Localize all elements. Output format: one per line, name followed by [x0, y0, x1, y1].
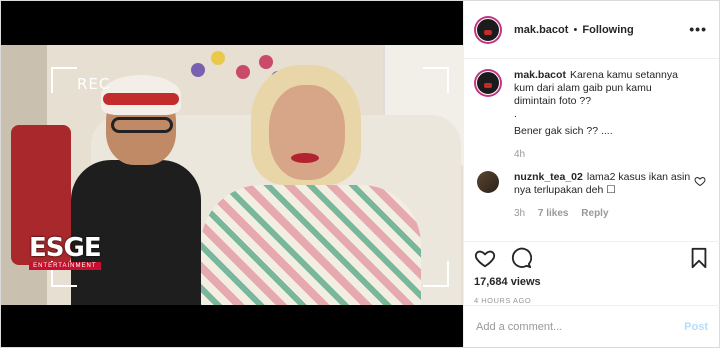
comment-like-heart-icon[interactable] [694, 175, 706, 187]
comment-input[interactable] [476, 320, 685, 333]
caption-line: kum dari alam gaib pun kamu [514, 82, 652, 94]
post-button[interactable]: Post [684, 321, 708, 333]
comments-section: mak.bacot Karena kamu setannya kum dari a… [474, 69, 714, 220]
more-options-icon[interactable]: ••• [689, 21, 707, 37]
caption-username[interactable]: mak.bacot [514, 69, 566, 81]
caption: mak.bacot Karena kamu setannya kum dari a… [474, 69, 714, 161]
following-button[interactable]: Following [582, 24, 633, 36]
video-player[interactable]: REC ESGE ENTERTAINMENT [1, 1, 463, 347]
caption-line: Bener gak sich ?? .... [514, 125, 613, 137]
caption-body: mak.bacot Karena kamu setannya kum dari a… [514, 69, 678, 161]
post-time[interactable]: 4 HOURS AGO [474, 296, 710, 305]
action-icons [474, 244, 710, 272]
person-left [61, 75, 201, 305]
viewfinder-corner [51, 67, 77, 93]
comment-meta: 3h 7 likes Reply [514, 207, 699, 220]
view-count[interactable]: 17,684 views [474, 276, 710, 288]
viewfinder-corner [423, 67, 449, 93]
add-comment-bar: Post [464, 305, 720, 347]
header-text: mak.bacot • Following [514, 24, 634, 36]
reply-button[interactable]: Reply [581, 208, 608, 219]
comment-likes[interactable]: 7 likes [538, 208, 569, 219]
header-username[interactable]: mak.bacot [514, 24, 568, 36]
comment-username[interactable]: nuznk_tea_02 [514, 171, 583, 183]
post-sidebar: mak.bacot • Following ••• mak.bacot Karen… [463, 1, 720, 347]
caption-line: Karena kamu setannya [569, 69, 678, 81]
post-header: mak.bacot • Following ••• [464, 1, 719, 59]
caption-avatar[interactable] [474, 69, 502, 97]
person-right [191, 65, 431, 305]
caption-line: dimintain foto ?? [514, 95, 592, 107]
avatar[interactable] [474, 15, 502, 44]
video-frame[interactable]: REC ESGE ENTERTAINMENT [1, 45, 463, 305]
bookmark-icon[interactable] [688, 247, 710, 269]
caption-line: . [514, 108, 517, 120]
comment-body: nuznk_tea_02 lama2 kasus ikan asin nya te… [514, 171, 699, 220]
watermark-sub: ENTERTAINMENT [29, 262, 101, 270]
comment-avatar[interactable] [477, 171, 499, 193]
instagram-post: REC ESGE ENTERTAINMENT mak.bacot • Follo… [0, 0, 720, 348]
watermark-main: ESGE [29, 233, 102, 263]
caption-time[interactable]: 4h [514, 148, 678, 161]
viewfinder-corner [423, 261, 449, 287]
comment: nuznk_tea_02 lama2 kasus ikan asin nya te… [474, 171, 714, 220]
comment-bubble-icon[interactable] [510, 247, 532, 269]
like-heart-icon[interactable] [474, 247, 496, 269]
comment-time[interactable]: 3h [514, 208, 525, 219]
post-actions: 17,684 views 4 HOURS AGO [464, 241, 720, 305]
channel-watermark: ESGE ENTERTAINMENT [29, 233, 102, 270]
rec-label: REC [77, 75, 111, 93]
header-separator: • [573, 23, 578, 36]
